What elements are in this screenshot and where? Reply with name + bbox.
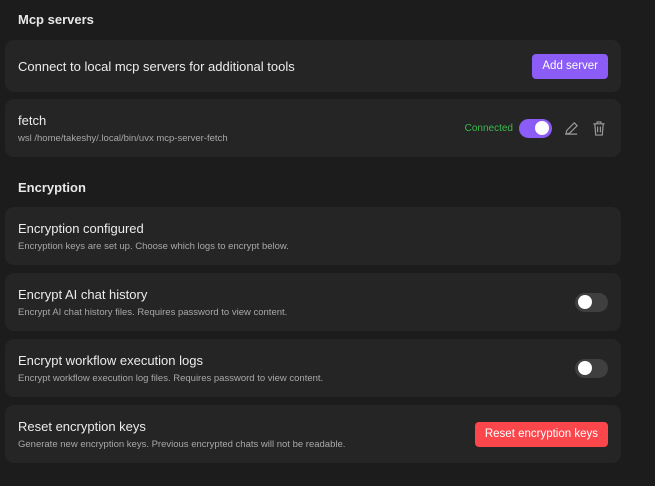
workflow-title: Encrypt workflow execution logs	[18, 352, 203, 368]
reset-keys-card: Reset encryption keys Generate new encryp…	[5, 405, 621, 463]
encrypt-chat-toggle[interactable]	[575, 292, 608, 312]
add-server-button[interactable]: Add server	[532, 53, 608, 79]
server-status: Connected	[464, 122, 513, 134]
encryption-heading: Encryption	[18, 180, 86, 195]
server-card: fetch wsl /home/takeshy/.local/bin/uvx m…	[5, 99, 621, 157]
mcp-heading: Mcp servers	[18, 12, 94, 27]
edit-icon[interactable]	[562, 119, 580, 137]
encrypt-chat-card: Encrypt AI chat history Encrypt AI chat h…	[5, 273, 621, 331]
server-command: wsl /home/takeshy/.local/bin/uvx mcp-ser…	[18, 132, 228, 144]
configured-title: Encryption configured	[18, 220, 144, 236]
reset-keys-button[interactable]: Reset encryption keys	[474, 421, 608, 447]
server-name: fetch	[18, 112, 47, 128]
encryption-configured-card: Encryption configured Encryption keys are…	[5, 207, 621, 265]
chat-desc: Encrypt AI chat history files. Requires …	[18, 306, 288, 318]
workflow-desc: Encrypt workflow execution log files. Re…	[18, 372, 324, 384]
mcp-connect-card: Connect to local mcp servers for additio…	[5, 40, 621, 92]
server-toggle[interactable]	[519, 118, 552, 138]
connect-text: Connect to local mcp servers for additio…	[18, 58, 295, 74]
reset-title: Reset encryption keys	[18, 418, 146, 434]
configured-desc: Encryption keys are set up. Choose which…	[18, 240, 289, 252]
encrypt-workflow-toggle[interactable]	[575, 358, 608, 378]
chat-title: Encrypt AI chat history	[18, 286, 148, 302]
trash-icon[interactable]	[590, 119, 608, 137]
encrypt-workflow-card: Encrypt workflow execution logs Encrypt w…	[5, 339, 621, 397]
reset-desc: Generate new encryption keys. Previous e…	[18, 438, 346, 450]
